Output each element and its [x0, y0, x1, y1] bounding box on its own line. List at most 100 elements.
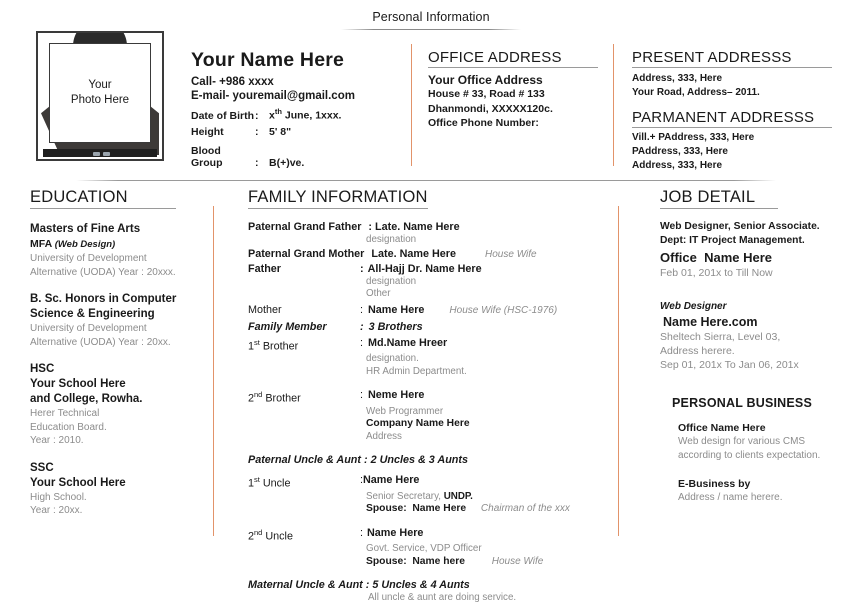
family-separator: : [360, 336, 363, 349]
paternal-uncle-aunt-heading: Paternal Uncle & Aunt : 2 Uncles & 3 Aun… [248, 454, 468, 467]
education-heading-rule [30, 208, 176, 209]
family-row-brother-2: 2nd Brother: Neme Here [248, 388, 608, 406]
business-name: Office Name Here [678, 422, 766, 434]
education-degree-cont: Science & Engineering [30, 308, 155, 320]
family-row-brother-1: 1st Brother: Md.Name Hreer [248, 336, 608, 354]
office-address-heading-rule [428, 67, 598, 68]
candidate-name: Your Name Here [191, 49, 345, 71]
education-item: HSC Your School Here and College, Rowha.… [30, 362, 200, 448]
spouse-note: House Wife [491, 555, 544, 567]
family-spouse-row: Spouse: Name here House Wife [366, 556, 608, 569]
family-label: Father [248, 262, 281, 275]
education-year: Alternative (UODA) Year : 20xxx. [30, 266, 176, 278]
family-label: 1st Uncle [248, 475, 291, 490]
permanent-address-line: Address, 333, Here [632, 160, 723, 171]
spouse-value: Name here [412, 555, 466, 567]
photo-indicator-dot [93, 152, 100, 156]
family-separator: : [360, 262, 364, 275]
family-row-uncle-1: 1st Uncle:Name Here [248, 473, 608, 491]
maternal-note: All uncle & aunt are doing service. [368, 592, 517, 604]
family-value: 3 Brothers [368, 320, 423, 333]
education-board: Herer Technical [30, 408, 100, 419]
family-row-uncle-2: 2nd Uncle: Name Here [248, 526, 608, 544]
family-rows: Paternal Grand Father : Late. Name Here … [248, 220, 608, 605]
family-label: Family Member [248, 320, 327, 333]
family-row-grandmother: Paternal Grand Mother Late. Name Here Ho… [248, 247, 608, 262]
job-detail-heading-rule [660, 208, 778, 209]
education-heading: EDUCATION [30, 188, 128, 206]
email-address: E-mail- youremail@gmail.com [191, 90, 355, 102]
family-subdetail-company: Company Name Here [366, 418, 470, 430]
family-subdetail: Web Programmer [366, 405, 444, 417]
phone-number: Call- +986 xxxx [191, 76, 274, 88]
family-subdetail: Address [366, 430, 402, 442]
family-spouse-row: Spouse: Name Here Chairman of the xxx [366, 503, 608, 516]
education-board-cont: Education Board. [30, 421, 107, 433]
body-divider-right [618, 206, 619, 536]
spouse-label: Spouse: [366, 503, 407, 515]
office-address-section: OFFICE ADDRESS Your Office Address House… [428, 49, 598, 131]
education-year: Year : 2010. [30, 435, 84, 446]
family-label: 2nd Uncle [248, 527, 293, 543]
education-year: Year : 20xx. [30, 505, 83, 516]
photo-indicator-dot [103, 152, 110, 156]
education-heading-wrap: EDUCATION [30, 188, 176, 209]
body-divider-left [213, 206, 214, 536]
field-label: Date of Birth [191, 109, 254, 122]
field-height: Height:5' 8" [191, 126, 401, 138]
family-value: : Late. Name Here [368, 221, 460, 233]
address-section: PRESENT ADDRESSS Address, 333, Here Your… [632, 49, 832, 173]
family-row-grandfather: Paternal Grand Father : Late. Name Here [248, 220, 608, 234]
field-value: 5' 8" [269, 126, 292, 138]
education-school-cont: and College, Rowha. [30, 393, 143, 405]
family-value: Name Here [363, 474, 420, 487]
family-separator: : [360, 303, 363, 316]
present-address-heading: PRESENT ADDRESSS [632, 49, 792, 66]
education-degree: SSC [30, 461, 54, 474]
family-separator: : [360, 320, 364, 333]
job-current: Web Designer, Senior Associate. Dept: IT… [660, 220, 850, 280]
education-degree-short: MFA (Web Design) [30, 238, 116, 250]
business-desc-cont: according to clients expectation. [678, 450, 821, 461]
field-label: Height [191, 126, 224, 138]
family-subdetail: designation [366, 234, 417, 245]
job-department: Dept: IT Project Management. [660, 235, 805, 246]
page-title-rule [341, 29, 521, 30]
family-label: 1st Brother [248, 337, 299, 353]
family-separator: : [360, 389, 363, 402]
job-previous: Web Designer Name Here.com Sheltech Sier… [660, 300, 850, 372]
spouse-label: Spouse: [366, 555, 407, 567]
personal-business-section: PERSONAL BUSINESS Office Name Here Web d… [660, 396, 850, 505]
family-label: Paternal Grand Father [248, 221, 362, 233]
header-divider-left [411, 44, 412, 166]
job-address: Sheltech Sierra, Level 03, [660, 331, 781, 343]
personal-business-item: E-Business by Address / name herere. [672, 477, 850, 505]
education-institution: University of Development [30, 323, 147, 334]
resume-page: Personal Information Your Photo Here You… [0, 0, 850, 603]
photo-placeholder[interactable]: Your Photo Here [36, 31, 164, 161]
field-separator: : [255, 126, 259, 138]
family-row-member-count: Family Member:3 Brothers [248, 320, 608, 334]
education-degree: HSC [30, 363, 55, 375]
family-note: House Wife [485, 248, 537, 260]
job-dates: Feb 01, 201x to Till Now [660, 267, 773, 279]
family-heading-rule [248, 208, 428, 209]
personal-business-item: Office Name Here Web design for various … [672, 421, 850, 463]
family-value: All-Hajj Dr. Name Here [367, 262, 482, 275]
photo-inner-area: Your Photo Here [49, 43, 151, 143]
job-heading-wrap: JOB DETAIL [660, 188, 778, 209]
family-value: Late. Name Here [371, 247, 457, 260]
photo-frame: Your Photo Here [36, 31, 164, 161]
present-address-heading-rule [632, 67, 832, 68]
family-information-section: FAMILY INFORMATION Paternal Grand Father… [248, 188, 608, 605]
education-level: High School. [30, 491, 87, 503]
job-employer: Name Here.com [663, 315, 758, 329]
job-detail-heading: JOB DETAIL [660, 188, 756, 206]
education-institution: University of Development [30, 253, 147, 264]
family-row-mother: Mother: Name Here House Wife (HSC-1976) [248, 303, 608, 318]
present-address-line: Your Road, Address– 2011. [632, 87, 760, 98]
field-value: B(+)ve. [269, 157, 305, 169]
